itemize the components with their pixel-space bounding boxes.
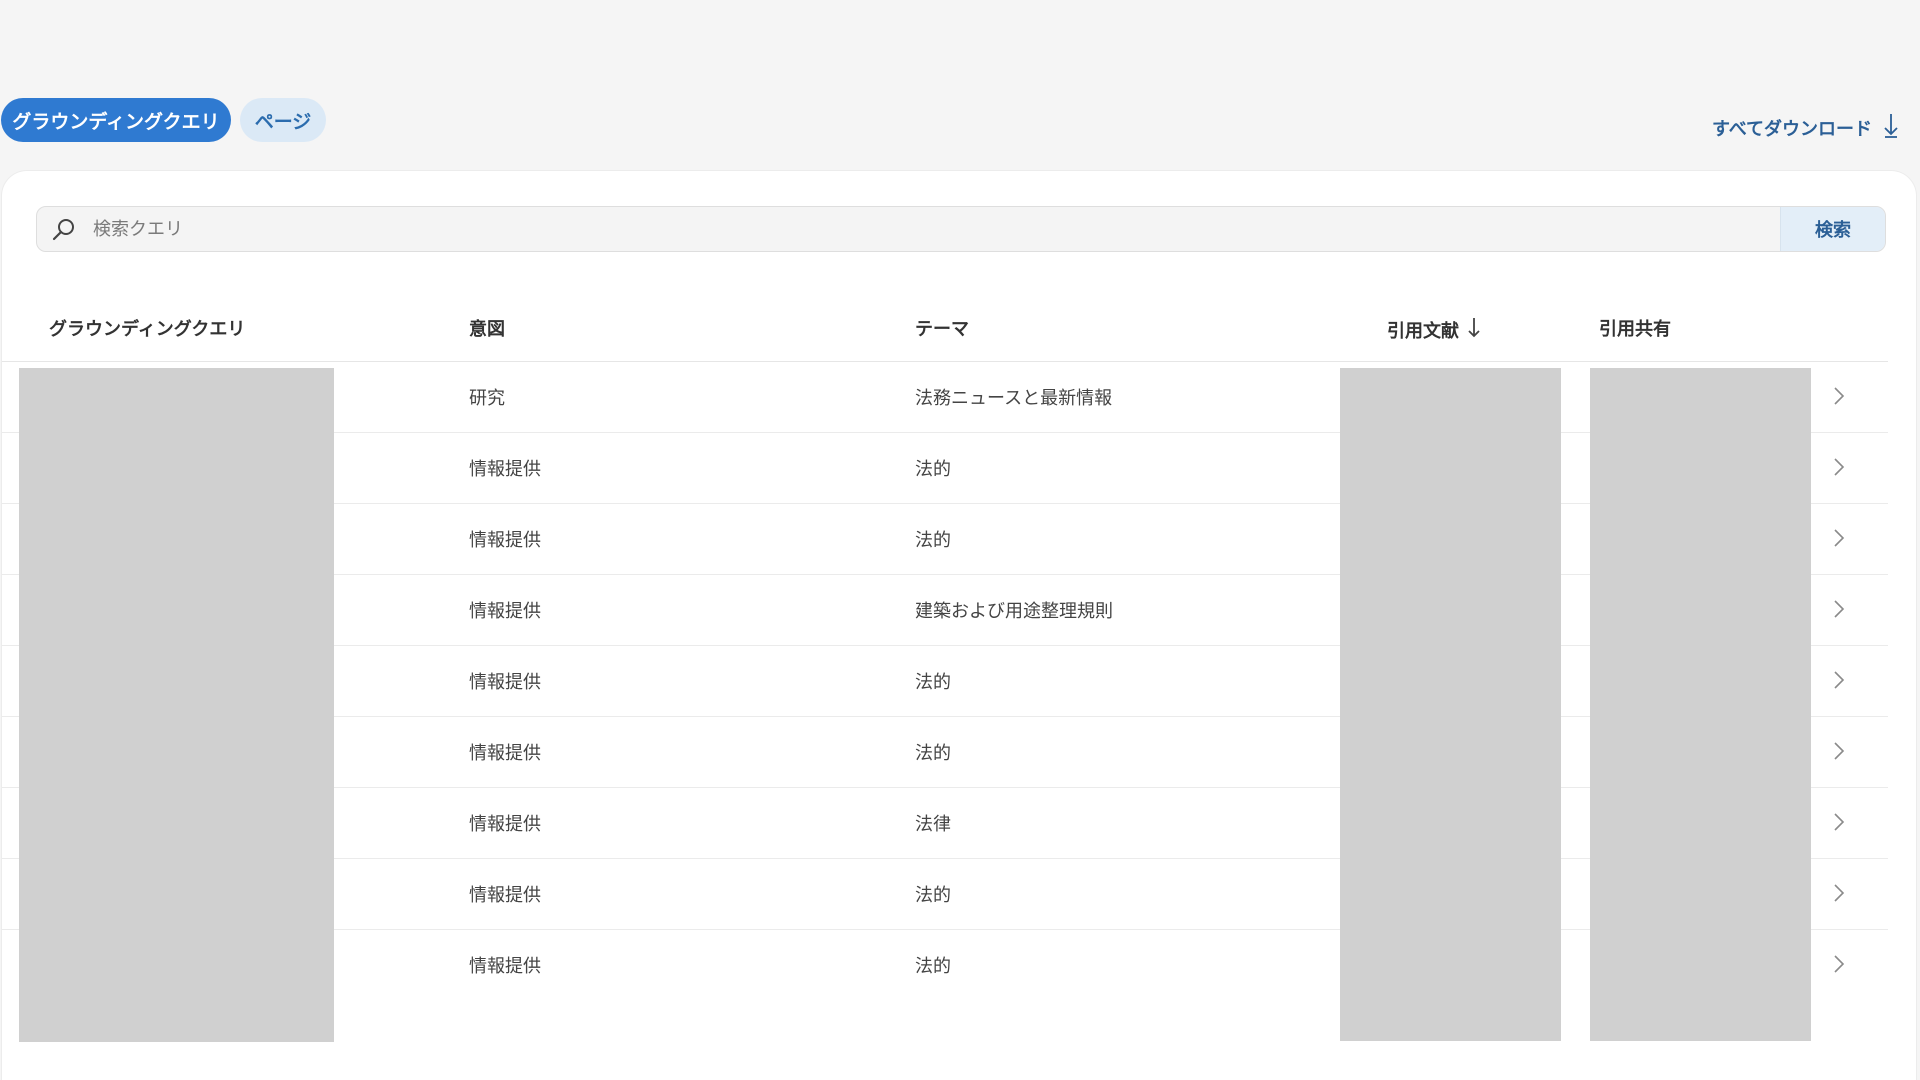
intent-cell: 情報提供: [469, 530, 541, 551]
tab-pages[interactable]: ページ: [240, 98, 326, 142]
redacted-query-column: [19, 368, 334, 1042]
download-all-button[interactable]: すべてダウンロード: [1712, 112, 1900, 143]
query-table-card: 検索 グラウンディングクエリ 意図 テーマ 引用文献 引用共有 研究: [1, 170, 1917, 1080]
column-header-grounding-query[interactable]: グラウンディングクエリ: [49, 315, 245, 341]
theme-cell: 法的: [915, 530, 951, 551]
theme-cell: 法的: [915, 743, 951, 764]
column-header-intent[interactable]: 意図: [469, 315, 505, 341]
chevron-right-icon[interactable]: [1827, 739, 1851, 763]
search-button[interactable]: 検索: [1780, 207, 1885, 251]
column-header-label: 引用文献: [1387, 320, 1459, 342]
intent-cell: 情報提供: [469, 672, 541, 693]
column-header-theme[interactable]: テーマ: [915, 315, 969, 341]
sort-descending-icon: [1467, 315, 1481, 344]
intent-cell: 情報提供: [469, 743, 541, 764]
theme-cell: 法的: [915, 459, 951, 480]
intent-cell: 情報提供: [469, 885, 541, 906]
column-header-label: 意図: [469, 319, 505, 340]
theme-cell: 法的: [915, 672, 951, 693]
theme-cell: 法務ニュースと最新情報: [915, 388, 1113, 409]
chevron-right-icon[interactable]: [1827, 952, 1851, 976]
tab-grounding-queries[interactable]: グラウンディングクエリ: [1, 98, 231, 142]
redacted-citation-share-column: [1590, 368, 1811, 1041]
chevron-right-icon[interactable]: [1827, 668, 1851, 692]
intent-cell: 情報提供: [469, 956, 541, 977]
arrow-down-icon: [1882, 112, 1900, 143]
theme-cell: 法律: [915, 814, 951, 835]
chevron-right-icon[interactable]: [1827, 881, 1851, 905]
theme-cell: 法的: [915, 956, 951, 977]
column-header-label: テーマ: [915, 319, 969, 340]
theme-cell: 法的: [915, 885, 951, 906]
column-header-citation-share[interactable]: 引用共有: [1599, 315, 1671, 341]
intent-cell: 研究: [469, 388, 505, 409]
download-all-label: すべてダウンロード: [1711, 118, 1872, 140]
chevron-right-icon[interactable]: [1827, 526, 1851, 550]
chevron-right-icon[interactable]: [1827, 455, 1851, 479]
column-header-label: 引用共有: [1599, 319, 1671, 340]
table-header: グラウンディングクエリ 意図 テーマ 引用文献 引用共有: [2, 293, 1888, 362]
search-bar: 検索: [36, 206, 1886, 252]
chevron-right-icon[interactable]: [1827, 597, 1851, 621]
intent-cell: 情報提供: [469, 459, 541, 480]
column-header-citations[interactable]: 引用文献: [1387, 315, 1481, 344]
intent-cell: 情報提供: [469, 814, 541, 835]
redacted-citations-column: [1340, 368, 1561, 1041]
tab-bar: グラウンディングクエリ ページ すべてダウンロード: [0, 98, 1920, 142]
search-icon: [51, 217, 77, 243]
chevron-right-icon[interactable]: [1827, 810, 1851, 834]
chevron-right-icon[interactable]: [1827, 384, 1851, 408]
column-header-label: グラウンディングクエリ: [49, 319, 246, 340]
theme-cell: 建築および用途整理規則: [915, 601, 1113, 622]
intent-cell: 情報提供: [469, 601, 541, 622]
search-input[interactable]: [89, 207, 1817, 251]
